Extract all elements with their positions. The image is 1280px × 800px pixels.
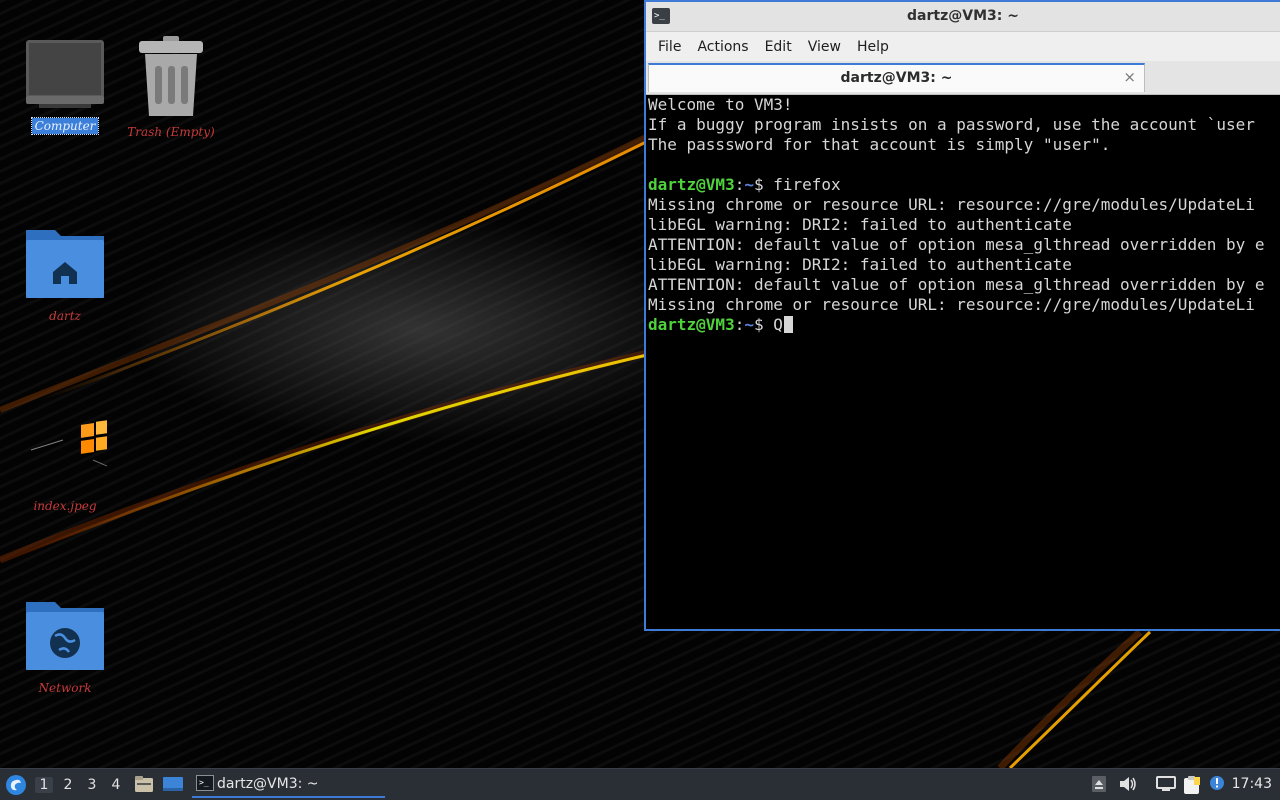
image-file-icon [30,420,107,467]
workspace-4[interactable]: 4 [107,777,125,793]
desktop-icon-label: index.jpeg [33,499,97,513]
start-menu-icon[interactable] [4,773,28,797]
desktop-icon-computer[interactable]: Computer [10,36,120,135]
prompt-separator: : [734,315,745,334]
network-folder-icon [26,602,104,670]
terminal-line: The passsword for that account is simply… [648,135,1111,154]
desktop-icon-home-folder[interactable]: dartz [10,224,120,324]
terminal-output[interactable]: Welcome to VM3! If a buggy program insis… [646,95,1280,629]
network-icon[interactable] [1155,775,1177,793]
menu-view[interactable]: View [800,36,849,58]
prompt-user: dartz@VM3 [648,315,735,334]
desktop-icon-label: Computer [30,117,100,135]
desktop[interactable]: Computer Trash (Empty) dartz index.jpeg … [0,0,1280,768]
menu-file[interactable]: File [650,36,689,58]
workspace-1[interactable]: 1 [35,777,53,793]
clipboard-icon[interactable] [1182,775,1202,795]
task-label: dartz@VM3: ~ [217,776,319,792]
prompt-symbol: $ [753,315,774,334]
desktop-icon-label: dartz [49,309,81,323]
volume-icon[interactable] [1118,775,1138,793]
desktop-icon-label: Trash (Empty) [127,125,215,139]
taskbar: 1 2 3 4 >_ dartz@VM3: ~ 17:43 [0,768,1280,800]
terminal-line: Missing chrome or resource URL: resource… [648,195,1255,214]
tab-title: dartz@VM3: ~ [840,70,953,86]
terminal-line: If a buggy program insists on a password… [648,115,1255,134]
desktop-icon-image-file[interactable]: index.jpeg [10,420,120,514]
terminal-prompt-line: dartz@VM3:~$ firefox [648,175,1280,195]
tray-up-arrow-icon[interactable] [1091,775,1107,793]
window-titlebar[interactable]: >_ dartz@VM3: ~ [646,2,1280,32]
terminal-line: Welcome to VM3! [648,95,793,114]
terminal-window[interactable]: >_ dartz@VM3: ~ File Actions Edit View H… [644,0,1280,631]
desktop-icon-network[interactable]: Network [10,596,120,696]
desktop-icon-trash[interactable]: Trash (Empty) [116,34,226,140]
terminal-line: libEGL warning: DRI2: failed to authenti… [648,255,1072,274]
text-cursor [783,316,793,333]
trash-icon [139,36,203,116]
menubar: File Actions Edit View Help [646,32,1280,61]
terminal-icon: >_ [196,775,214,791]
workspace-2[interactable]: 2 [59,777,77,793]
command-input[interactable]: Q [773,315,783,334]
close-tab-icon[interactable]: × [1123,68,1136,86]
window-title: dartz@VM3: ~ [907,8,1019,24]
menu-actions[interactable]: Actions [689,36,756,58]
show-desktop-icon[interactable] [162,775,184,793]
tab-terminal[interactable]: dartz@VM3: ~ × [648,63,1145,92]
desktop-icon-label: Network [38,681,92,695]
terminal-prompt-line[interactable]: dartz@VM3:~$ Q [648,315,1280,335]
prompt-symbol: $ [753,175,774,194]
prompt-path: ~ [744,175,754,194]
prompt-path: ~ [744,315,754,334]
workspace-3[interactable]: 3 [83,777,101,793]
tab-bar: dartz@VM3: ~ × [646,61,1280,95]
update-notifier-icon[interactable] [1208,775,1226,793]
file-manager-icon[interactable] [134,775,154,793]
clock[interactable]: 17:43 [1232,776,1272,792]
terminal-line: Missing chrome or resource URL: resource… [648,295,1255,314]
taskbar-terminal-task[interactable]: >_ dartz@VM3: ~ [192,771,385,798]
command-text: firefox [773,175,841,194]
computer-icon [26,40,104,108]
prompt-separator: : [734,175,745,194]
menu-help[interactable]: Help [849,36,897,58]
terminal-line: ATTENTION: default value of option mesa_… [648,235,1265,254]
home-folder-icon [26,230,104,298]
menu-edit[interactable]: Edit [757,36,800,58]
terminal-line: libEGL warning: DRI2: failed to authenti… [648,215,1072,234]
prompt-user: dartz@VM3 [648,175,735,194]
terminal-line: ATTENTION: default value of option mesa_… [648,275,1265,294]
